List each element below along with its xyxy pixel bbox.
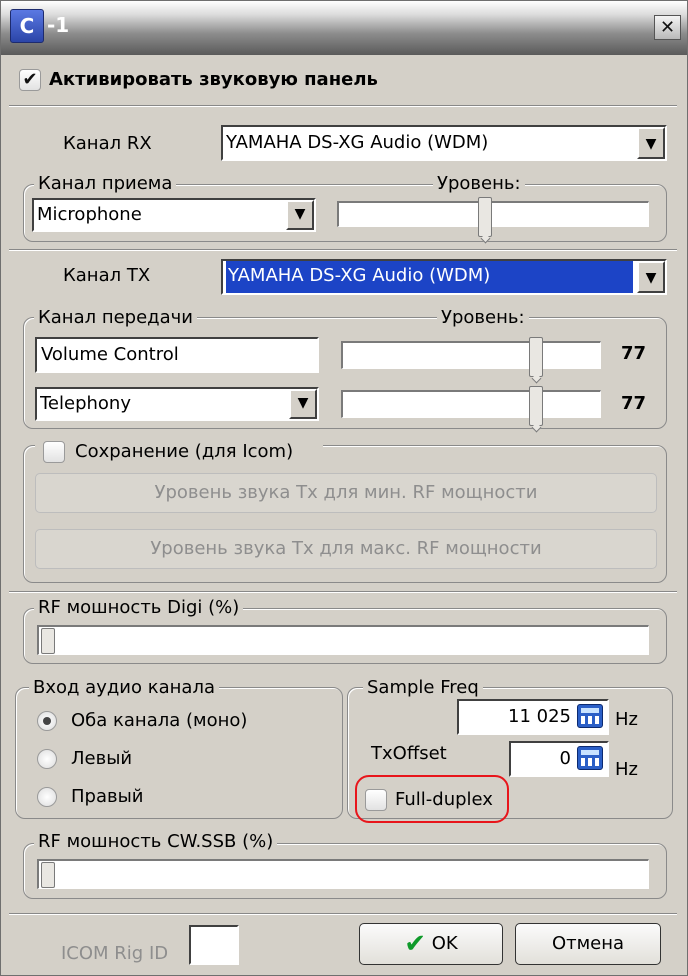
ok-button[interactable]: ✔ OK [359, 923, 503, 965]
rf-cw-slider[interactable] [37, 859, 649, 889]
title-bar[interactable]: C -1 ✕ [1, 1, 687, 55]
sample-freq-label: Sample Freq [363, 677, 483, 699]
rx-input-value: Microphone [37, 204, 142, 225]
activate-label: Активировать звуковую панель [49, 69, 378, 90]
audio-input-group [15, 687, 343, 819]
radio-both-channels[interactable] [37, 711, 57, 731]
app-icon: C [10, 9, 44, 43]
rx-channel-value: YAMAHA DS-XG Audio (WDM) [226, 132, 489, 153]
window-title: -1 [47, 13, 70, 37]
txoffset-unit: Hz [615, 759, 638, 780]
slider-thumb[interactable] [529, 337, 543, 377]
tx-control2-select[interactable]: Telephony ▼ [35, 387, 319, 421]
calculator-icon[interactable] [577, 746, 603, 770]
rf-digi-label: RF мошность Digi (%) [34, 597, 244, 619]
rx-group-label: Канал приема [34, 173, 177, 195]
divider [9, 913, 677, 915]
rx-level-label: Уровень: [433, 173, 525, 195]
slider-thumb[interactable] [529, 386, 543, 426]
radio-left[interactable] [37, 749, 57, 769]
audio-input-label: Вход аудио канала [29, 677, 219, 699]
slider-thumb[interactable] [41, 628, 55, 654]
slider-thumb[interactable] [41, 862, 55, 888]
ok-label: OK [431, 933, 458, 954]
tx-channel-label: Канал TX [63, 265, 151, 286]
checkmark-icon: ✔ [404, 929, 427, 959]
slider-thumb[interactable] [478, 197, 492, 237]
chevron-down-icon[interactable]: ▼ [637, 127, 665, 159]
rf-cw-label: RF мошность CW.SSB (%) [34, 831, 278, 853]
annotation-ring [355, 775, 509, 823]
divider [9, 249, 677, 251]
tx-channel-select[interactable]: YAMAHA DS-XG Audio (WDM) ▼ [221, 259, 667, 295]
calculator-icon[interactable] [577, 704, 603, 728]
icom-save-checkbox[interactable] [43, 441, 65, 463]
tx-control2-slider[interactable] [341, 386, 601, 426]
activate-checkbox[interactable]: ✔ [19, 69, 41, 91]
radio-both-label: Оба канала (моно) [71, 710, 248, 731]
txoffset-label: TxOffset [371, 743, 447, 764]
rx-level-slider[interactable] [337, 197, 649, 237]
cancel-button[interactable]: Отмена [515, 923, 661, 965]
radio-right-label: Правый [71, 786, 144, 807]
tx-control2-value: Telephony [40, 393, 131, 414]
close-icon: ✕ [659, 17, 676, 38]
tx-control2-level: 77 [621, 393, 647, 414]
chevron-down-icon[interactable]: ▼ [289, 389, 317, 419]
tx-group-label: Канал передачи [34, 307, 197, 329]
tx-level-label: Уровень: [437, 307, 529, 329]
tx-max-rf-button[interactable]: Уровень звука Tx для макс. RF мощности [35, 529, 657, 569]
rx-input-select[interactable]: Microphone ▼ [32, 198, 316, 232]
chevron-down-icon[interactable]: ▼ [286, 200, 314, 230]
tx-control1-level: 77 [621, 343, 647, 364]
rx-channel-label: Канал RX [63, 133, 152, 154]
radio-right[interactable] [37, 787, 57, 807]
divider [9, 105, 677, 107]
icom-save-label: Сохранение (для Icom) [75, 441, 294, 462]
sample-freq-unit: Hz [615, 709, 638, 730]
radio-left-label: Левый [71, 748, 133, 769]
rf-digi-slider[interactable] [37, 625, 649, 655]
icom-rig-id-field[interactable] [189, 925, 239, 965]
sound-panel-dialog: C -1 ✕ ✔ Активировать звуковую панель Ка… [0, 0, 688, 976]
rx-channel-select[interactable]: YAMAHA DS-XG Audio (WDM) ▼ [221, 125, 667, 161]
tx-channel-value: YAMAHA DS-XG Audio (WDM) [226, 261, 633, 293]
icom-rig-id-label: ICOM Rig ID [61, 943, 169, 964]
tx-control1-slider[interactable] [341, 337, 601, 377]
close-button[interactable]: ✕ [654, 15, 681, 40]
tx-min-rf-button[interactable]: Уровень звука Tx для мин. RF мощности [35, 473, 657, 513]
chevron-down-icon[interactable]: ▼ [637, 261, 665, 293]
divider [9, 591, 677, 593]
tx-control1-field[interactable]: Volume Control [35, 337, 319, 373]
